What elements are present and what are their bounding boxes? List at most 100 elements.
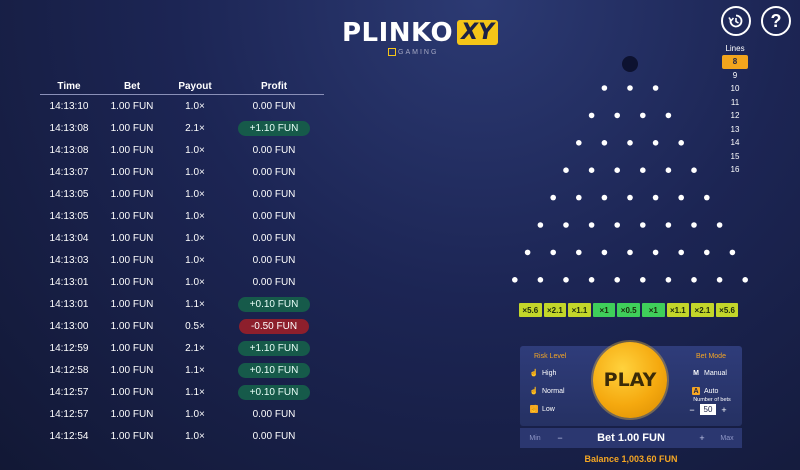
- cell-payout: 1.1×: [185, 386, 205, 398]
- cell-profit: 0.00 FUN: [224, 183, 324, 205]
- risk-option-normal[interactable]: ☝ Normal: [530, 387, 565, 396]
- bets-decrease-button[interactable]: −: [688, 405, 696, 415]
- table-row: 14:13:01 1.00 FUN 1.0× 0.00 FUN: [40, 271, 324, 293]
- plinko-board: [512, 56, 748, 283]
- profit-value: 0.00 FUN: [252, 254, 296, 266]
- cell-time: 14:13:03: [49, 254, 89, 266]
- lines-option-9[interactable]: 9: [722, 69, 748, 83]
- max-bet-button[interactable]: Max: [712, 435, 742, 442]
- peg: [537, 222, 544, 228]
- cell-profit: 0.00 FUN: [224, 205, 324, 227]
- number-of-bets-value[interactable]: 50: [700, 404, 716, 415]
- play-button[interactable]: PLAY: [593, 342, 667, 418]
- balance: Balance 1,003.60 FUN: [584, 454, 678, 464]
- peg: [652, 249, 659, 256]
- hand-icon: ☝: [529, 370, 539, 377]
- history-icon: [728, 14, 743, 28]
- lines-option-16[interactable]: 16: [722, 163, 748, 177]
- cell-bet: 1.00 FUN: [110, 100, 154, 112]
- cell-time: 14:13:05: [49, 210, 89, 222]
- bet-increase-button[interactable]: +: [692, 433, 712, 443]
- logo-wordmark: PLINKO: [342, 18, 454, 48]
- profit-value: +0.10 FUN: [237, 362, 311, 378]
- lines-option-15[interactable]: 15: [722, 150, 748, 164]
- min-bet-button[interactable]: Min: [520, 435, 550, 442]
- cell-time: 14:13:05: [49, 188, 89, 200]
- peg: [563, 222, 569, 228]
- bet-mode-auto[interactable]: A Auto: [692, 387, 718, 395]
- bet-decrease-button[interactable]: −: [550, 433, 570, 443]
- peg: [576, 194, 582, 201]
- cell-time: 14:12:58: [49, 364, 89, 376]
- peg: [614, 277, 620, 283]
- table-row: 14:13:03 1.00 FUN 1.0× 0.00 FUN: [40, 249, 324, 271]
- cell-payout: 1.0×: [185, 430, 205, 442]
- bet-mode-title: Bet Mode: [696, 353, 726, 360]
- peg: [640, 112, 646, 119]
- lines-selector: Lines 8 9 10 11 12 13 14 15 16: [722, 44, 748, 177]
- header-payout: Payout: [178, 80, 212, 92]
- lines-option-13[interactable]: 13: [722, 123, 748, 137]
- cell-bet: 1.00 FUN: [110, 166, 154, 178]
- peg: [678, 194, 684, 201]
- cell-time: 14:13:08: [49, 122, 89, 134]
- table-row: 14:12:59 1.00 FUN 2.1× +1.10 FUN: [40, 337, 324, 359]
- bet-mode-manual[interactable]: M Manual: [692, 369, 727, 377]
- peg: [716, 277, 723, 283]
- table-row: 14:12:57 1.00 FUN 1.1× +0.10 FUN: [40, 381, 324, 403]
- history-button[interactable]: [721, 6, 751, 36]
- peg: [665, 277, 672, 283]
- bet-history-table: Time Bet Payout Profit 14:13:10 1.00 FUN 1…: [40, 78, 324, 447]
- cell-bet: 1.00 FUN: [110, 342, 154, 354]
- cell-bet: 1.00 FUN: [110, 386, 154, 398]
- peg: [691, 167, 697, 173]
- cell-profit: 0.00 FUN: [224, 249, 324, 271]
- peg: [588, 277, 595, 283]
- lines-option-11[interactable]: 11: [722, 96, 748, 110]
- peg: [665, 167, 672, 173]
- cell-profit: 0.00 FUN: [224, 227, 324, 249]
- peg: [601, 85, 608, 91]
- lines-option-12[interactable]: 12: [722, 109, 748, 123]
- help-button[interactable]: ?: [761, 6, 791, 36]
- bet-amount: Bet 1.00 FUN: [597, 432, 665, 444]
- bet-mode-label: Auto: [704, 387, 719, 395]
- cell-profit: 0.00 FUN: [224, 271, 324, 293]
- bet-mode-label: Manual: [704, 369, 727, 377]
- peg: [588, 167, 595, 173]
- table-row: 14:13:08 1.00 FUN 2.1× +1.10 FUN: [40, 117, 324, 139]
- cell-bet: 1.00 FUN: [110, 232, 154, 244]
- table-row: 14:12:58 1.00 FUN 1.1× +0.10 FUN: [40, 359, 324, 381]
- lines-option-8[interactable]: 8: [722, 55, 748, 69]
- cell-bet: 1.00 FUN: [110, 430, 154, 442]
- profit-value: 0.00 FUN: [252, 276, 296, 288]
- table-row: 14:13:08 1.00 FUN 1.0× 0.00 FUN: [40, 139, 324, 161]
- number-of-bets-stepper: − 50 +: [688, 404, 728, 415]
- logo-studio: GAMING: [388, 48, 438, 56]
- risk-option-high[interactable]: ☝ High: [529, 369, 557, 378]
- risk-option-label: Low: [542, 405, 555, 413]
- peg: [576, 249, 582, 256]
- risk-option-label: High: [542, 369, 557, 377]
- bets-increase-button[interactable]: +: [720, 405, 728, 415]
- risk-option-low[interactable]: ☝ Low: [530, 405, 555, 413]
- profit-value: +0.10 FUN: [237, 296, 311, 312]
- cell-payout: 1.0×: [185, 232, 205, 244]
- profit-value: -0.50 FUN: [238, 318, 310, 334]
- cell-time: 14:12:57: [49, 408, 89, 420]
- multiplier-slot: ×2.1: [543, 303, 567, 317]
- cell-payout: 1.1×: [185, 298, 205, 310]
- table-header-row: Time Bet Payout Profit: [40, 78, 324, 95]
- risk-level-title: Risk Level: [534, 353, 567, 360]
- cell-payout: 1.0×: [185, 166, 205, 178]
- profit-value: +1.10 FUN: [237, 120, 311, 136]
- peg: [576, 140, 582, 146]
- lines-option-14[interactable]: 14: [722, 136, 748, 150]
- peg: [704, 194, 710, 201]
- peg: [627, 140, 633, 146]
- peg: [742, 277, 748, 283]
- cell-bet: 1.00 FUN: [110, 298, 154, 310]
- cell-bet: 1.00 FUN: [110, 210, 154, 222]
- cell-profit: +0.10 FUN: [224, 359, 324, 381]
- lines-option-10[interactable]: 10: [722, 82, 748, 96]
